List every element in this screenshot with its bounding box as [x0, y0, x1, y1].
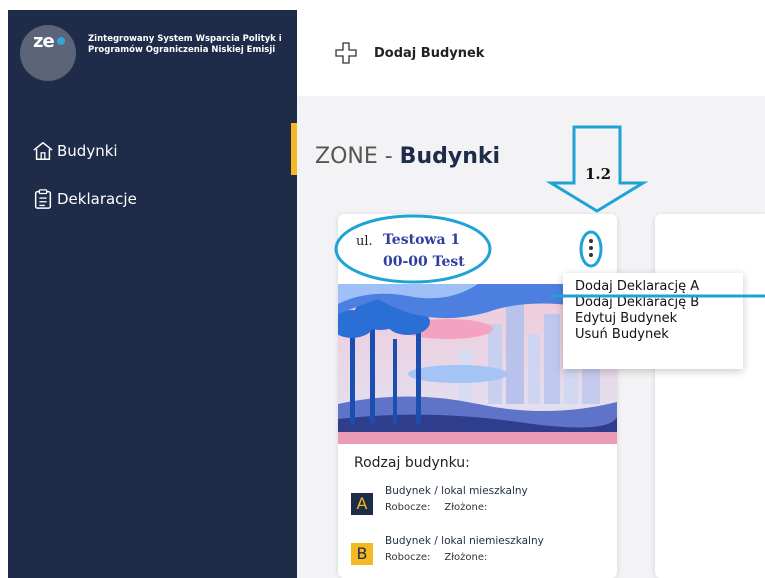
sidebar-item-label: Budynki — [57, 142, 118, 160]
sidebar-item-budynki[interactable]: Budynki — [32, 140, 118, 162]
badge-b: B — [351, 543, 373, 565]
zlozone-label: Złożone: — [444, 552, 488, 563]
sidebar-item-deklaracje[interactable]: Deklaracje — [32, 188, 137, 210]
badge-a: A — [351, 493, 373, 515]
type-name: Budynek / lokal mieszkalny — [385, 485, 528, 497]
building-card-second[interactable] — [655, 214, 765, 578]
type-status: Robocze: Złożone: — [385, 549, 544, 567]
menu-item-delete-building[interactable]: Usuń Budynek — [575, 327, 743, 343]
annotation-step-label: 1.2 — [585, 165, 612, 183]
menu-item-add-declaration-b[interactable]: Dodaj Deklarację B — [575, 295, 743, 311]
add-building-button[interactable]: Dodaj Budynek — [374, 46, 484, 61]
kebab-menu-icon[interactable] — [586, 236, 596, 266]
house-icon — [33, 141, 53, 160]
type-status: Robocze: Złożone: — [385, 499, 528, 517]
building-card[interactable]: ul. Testowa 1 00-00 Test Rodzaj budynku:… — [338, 214, 617, 578]
sidebar-item-label: Deklaracje — [57, 190, 137, 208]
org-name: Zintegrowany System Wsparcia Polityk i P… — [88, 34, 282, 55]
building-type-title: Rodzaj budynku: — [354, 455, 470, 471]
type-name: Budynek / lokal niemieszkalny — [385, 535, 544, 547]
address-prefix: ul. — [356, 234, 373, 249]
menu-item-edit-building[interactable]: Edytuj Budynek — [575, 311, 743, 327]
sidebar: ze Zintegrowany System Wsparcia Polityk … — [8, 10, 297, 578]
address-code: 00-00 Test — [383, 254, 465, 270]
logo-dot — [57, 37, 65, 45]
building-type-a[interactable]: A Budynek / lokal mieszkalny Robocze: Zło… — [351, 484, 528, 517]
building-actions-menu: Dodaj Deklarację A Dodaj Deklarację B Ed… — [563, 273, 743, 369]
logo-text: ze — [33, 31, 55, 52]
page-title: ZONE - Budynki — [315, 144, 500, 169]
address-street: Testowa 1 — [383, 232, 461, 248]
logo: ze — [20, 25, 76, 81]
robocze-label: Robocze: — [385, 552, 431, 563]
page-title-bold: Budynki — [399, 144, 501, 169]
robocze-label: Robocze: — [385, 502, 431, 513]
zlozone-label: Złożone: — [444, 502, 488, 513]
page-title-prefix: ZONE - — [315, 144, 400, 169]
building-type-b[interactable]: B Budynek / lokal niemieszkalny Robocze:… — [351, 534, 544, 567]
add-building-icon[interactable] — [334, 41, 358, 65]
topbar: Dodaj Budynek — [297, 10, 765, 96]
clipboard-icon — [34, 189, 52, 209]
menu-item-add-declaration-a[interactable]: Dodaj Deklarację A — [575, 279, 743, 295]
